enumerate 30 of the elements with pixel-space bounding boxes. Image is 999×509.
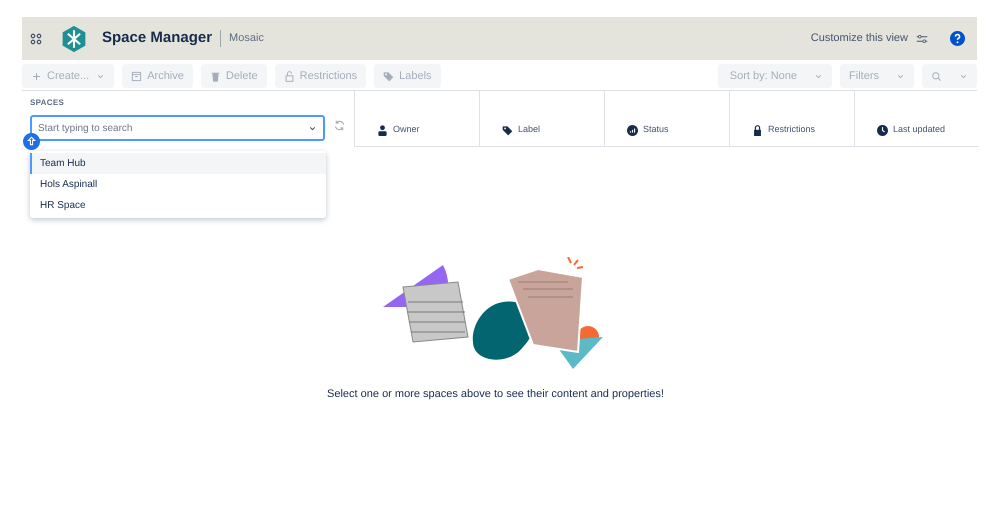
person-icon [377, 125, 388, 136]
customize-view-link[interactable]: Customize this view [810, 30, 908, 47]
plus-icon [31, 70, 42, 82]
padlock-icon [284, 70, 295, 82]
tag-icon [383, 70, 394, 82]
column-header[interactable]: Restrictions [768, 122, 816, 136]
padlock-icon [752, 125, 763, 136]
column-header[interactable]: Label [518, 122, 540, 136]
search-icon [931, 70, 942, 82]
space-option[interactable]: Team Hub [30, 153, 326, 174]
column-header[interactable]: Owner [393, 122, 420, 136]
space-search-field[interactable]: Start typing to search [30, 115, 325, 141]
hexagon-logo-icon [60, 24, 88, 52]
help-icon[interactable] [950, 31, 965, 46]
workspace-name: Mosaic [220, 30, 264, 47]
empty-state-message: Select one or more spaces above to see their content and properties! [327, 387, 664, 402]
column-header[interactable]: Last updated [893, 122, 946, 136]
clock-icon [877, 125, 888, 136]
tag-icon [502, 125, 513, 136]
sliders-icon[interactable] [916, 32, 928, 44]
app-grid-icon[interactable] [30, 32, 42, 44]
space-option[interactable]: Hols Aspinall [30, 174, 326, 195]
space-option[interactable]: HR Space [30, 195, 326, 216]
trash-icon [210, 70, 221, 82]
chart-icon [627, 125, 638, 136]
app-title: Space Manager [102, 28, 212, 48]
archive-box-icon [131, 70, 142, 82]
caret-icon [308, 124, 317, 133]
column-header[interactable]: Status [643, 122, 669, 136]
section-label: SPACES [30, 97, 66, 109]
